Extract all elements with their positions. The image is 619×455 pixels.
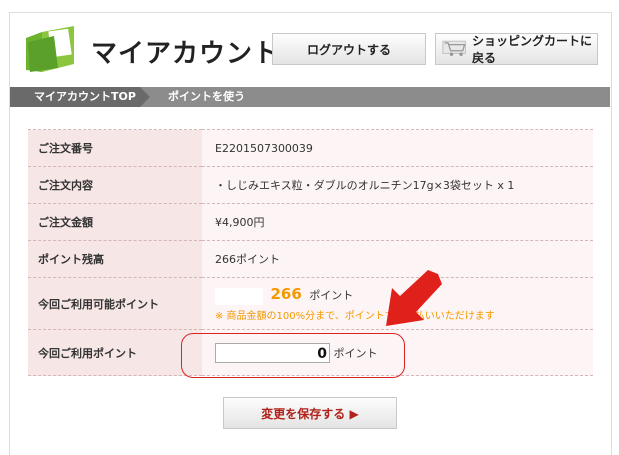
highlight-outline	[181, 333, 405, 378]
logout-button[interactable]: ログアウトする	[272, 33, 426, 65]
row-value: ・しじみエキス粒・ダブルのオルニチン17g×3袋セット x 1	[202, 166, 593, 204]
breadcrumb: マイアカウントTOP ポイントを使う	[10, 87, 610, 107]
row-label: ご注文金額	[28, 203, 202, 241]
back-to-cart-button[interactable]: ショッピングカートに戻る	[435, 33, 598, 65]
table-row: ご注文金額 ¥4,900円	[28, 203, 593, 241]
breadcrumb-current: ポイントを使う	[168, 90, 245, 103]
breadcrumb-top-link[interactable]: マイアカウントTOP	[10, 87, 140, 107]
table-row: ご注文番号 E2201507300039	[28, 129, 593, 167]
shopping-cart-icon	[442, 40, 466, 56]
table-row: ご注文内容 ・しじみエキス粒・ダブルのオルニチン17g×3袋セット x 1	[28, 166, 593, 204]
folder-logo-icon	[26, 26, 74, 72]
page-title: マイアカウント	[91, 39, 281, 69]
table-row: 今回ご利用可能ポイント 266 ポイント ※ 商品金額の100%分まで、ポイント…	[28, 277, 593, 330]
row-label: ご注文内容	[28, 166, 202, 204]
use-points-label: 今回ご利用ポイント	[28, 329, 202, 376]
breadcrumb-separator	[140, 87, 150, 107]
table-row: ポイント残高 266ポイント	[28, 240, 593, 278]
points-box	[215, 287, 263, 305]
red-pointer-arrow-icon	[386, 270, 442, 326]
available-points-unit: ポイント	[309, 289, 354, 303]
available-points-label: 今回ご利用可能ポイント	[28, 277, 202, 330]
row-value: ¥4,900円	[202, 203, 593, 241]
available-points-value: 266	[270, 285, 302, 304]
row-value: E2201507300039	[202, 129, 593, 167]
save-changes-button[interactable]: 変更を保存する ▶	[223, 397, 397, 429]
row-label: ポイント残高	[28, 240, 202, 278]
back-to-cart-label: ショッピングカートに戻る	[472, 34, 593, 65]
row-label: ご注文番号	[28, 129, 202, 167]
